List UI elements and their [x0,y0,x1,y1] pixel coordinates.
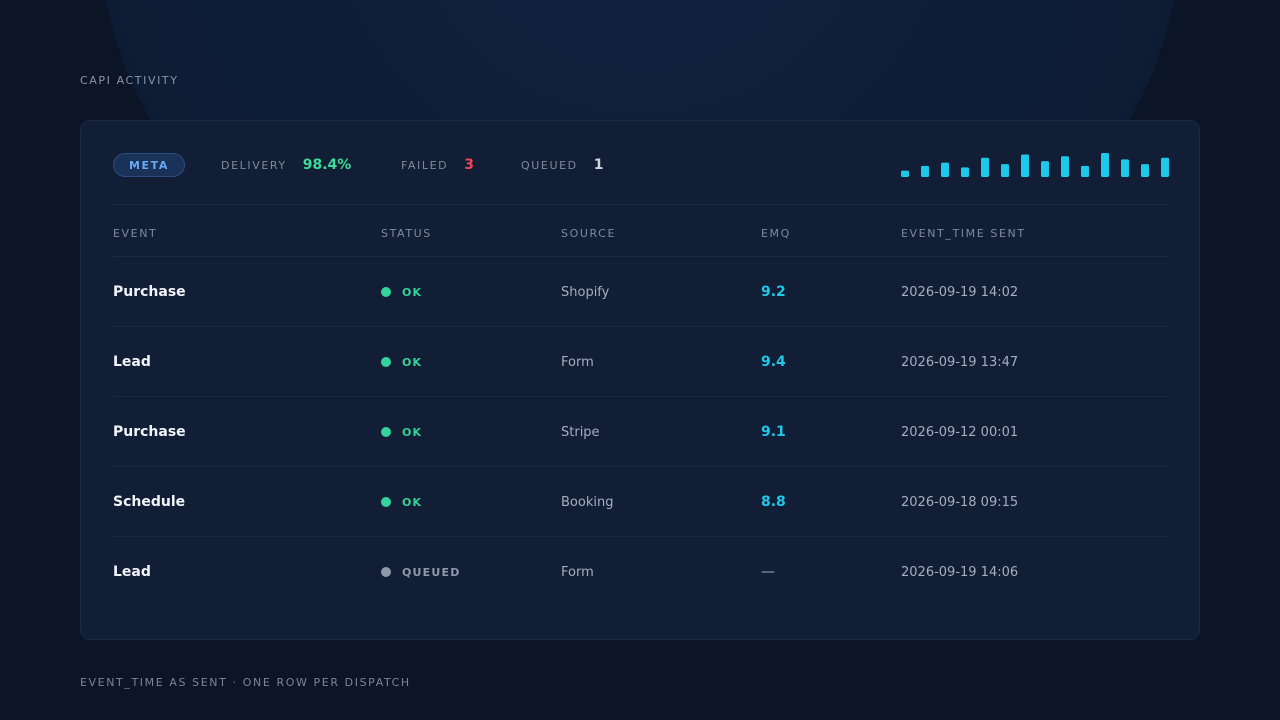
failed-value: 3 [464,157,474,173]
failed-label: FAILED [401,158,449,172]
column-header-source: SOURCE [561,227,617,240]
event-cell: Lead [113,354,151,370]
status-label: OK [402,425,423,439]
source-cell: Stripe [561,424,600,440]
emq-cell: 9.2 [761,284,786,300]
sparkline-bar [981,157,989,177]
sparkline-bar [1021,154,1029,177]
queued-stat: QUEUED 1 [521,153,603,177]
event-time-cell: 2026-09-18 09:15 [901,494,1019,510]
sparkline-bar [961,167,969,177]
sparkline-bar [1121,159,1129,177]
table-row[interactable]: Schedule OK Booking 8.8 2026-09-18 09:15 [113,467,1169,537]
status-cell: QUEUED [381,537,461,607]
event-time-cell: 2026-09-12 00:01 [901,424,1019,440]
sparkline-bar [1101,153,1109,177]
source-cell: Booking [561,494,614,510]
table-header: EVENT STATUS SOURCE EMQ EVENT_TIME SENT [113,207,1169,257]
delivery-value: 98.4% [302,157,352,173]
sparkline-bar [941,162,949,177]
emq-cell: 8.8 [761,494,786,510]
table-row[interactable]: Purchase OK Stripe 9.1 2026-09-12 00:01 [113,397,1169,467]
status-dot-icon [381,567,391,577]
emq-cell: — [761,564,775,580]
status-label: QUEUED [402,565,461,579]
status-cell: OK [381,397,422,467]
footer-note: EVENT_TIME AS SENT · ONE ROW PER DISPATC… [80,676,411,689]
sparkline-bar [1041,161,1049,177]
status-label: OK [402,355,423,369]
status-cell: OK [381,257,422,327]
activity-sparkline [901,153,1169,177]
table-row[interactable]: Lead OK Form 9.4 2026-09-19 13:47 [113,327,1169,397]
emq-cell: 9.4 [761,354,786,370]
table-row[interactable]: Purchase OK Shopify 9.2 2026-09-19 14:02 [113,257,1169,327]
failed-stat: FAILED 3 [401,153,474,177]
column-header-event: EVENT [113,227,158,240]
sparkline-bar [1001,164,1009,177]
event-cell: Purchase [113,284,186,300]
summary-bar: META DELIVERY 98.4% FAILED 3 QUEUED 1 [113,153,1169,205]
sparkline-bar [1061,156,1069,177]
event-time-cell: 2026-09-19 14:06 [901,564,1019,580]
sparkline-bar [901,170,909,177]
platform-badge[interactable]: META [113,153,185,177]
activity-card: META DELIVERY 98.4% FAILED 3 QUEUED 1 EV… [80,120,1200,640]
status-dot-icon [381,427,391,437]
emq-cell: 9.1 [761,424,786,440]
status-cell: OK [381,467,422,537]
status-label: OK [402,285,423,299]
source-cell: Form [561,564,594,580]
event-cell: Schedule [113,494,186,510]
queued-value: 1 [593,157,604,173]
sparkline-bar [1161,157,1169,177]
column-header-status: STATUS [381,227,432,240]
event-cell: Purchase [113,424,186,440]
queued-label: QUEUED [521,158,578,172]
sparkline-bar [921,165,929,177]
column-header-event-time: EVENT_TIME SENT [901,227,1026,240]
status-dot-icon [381,287,391,297]
page-title: CAPI ACTIVITY [80,74,179,87]
event-cell: Lead [113,564,151,580]
delivery-label: DELIVERY [221,158,287,172]
status-label: OK [402,495,423,509]
source-cell: Shopify [561,284,610,300]
table-row[interactable]: Lead QUEUED Form — 2026-09-19 14:06 [113,537,1169,607]
status-dot-icon [381,497,391,507]
column-header-emq: EMQ [761,227,791,240]
event-time-cell: 2026-09-19 14:02 [901,284,1019,300]
sparkline-bar [1081,165,1089,177]
event-time-cell: 2026-09-19 13:47 [901,354,1019,370]
source-cell: Form [561,354,594,370]
status-dot-icon [381,357,391,367]
status-cell: OK [381,327,422,397]
sparkline-bar [1141,164,1149,177]
delivery-stat: DELIVERY 98.4% [221,153,351,177]
